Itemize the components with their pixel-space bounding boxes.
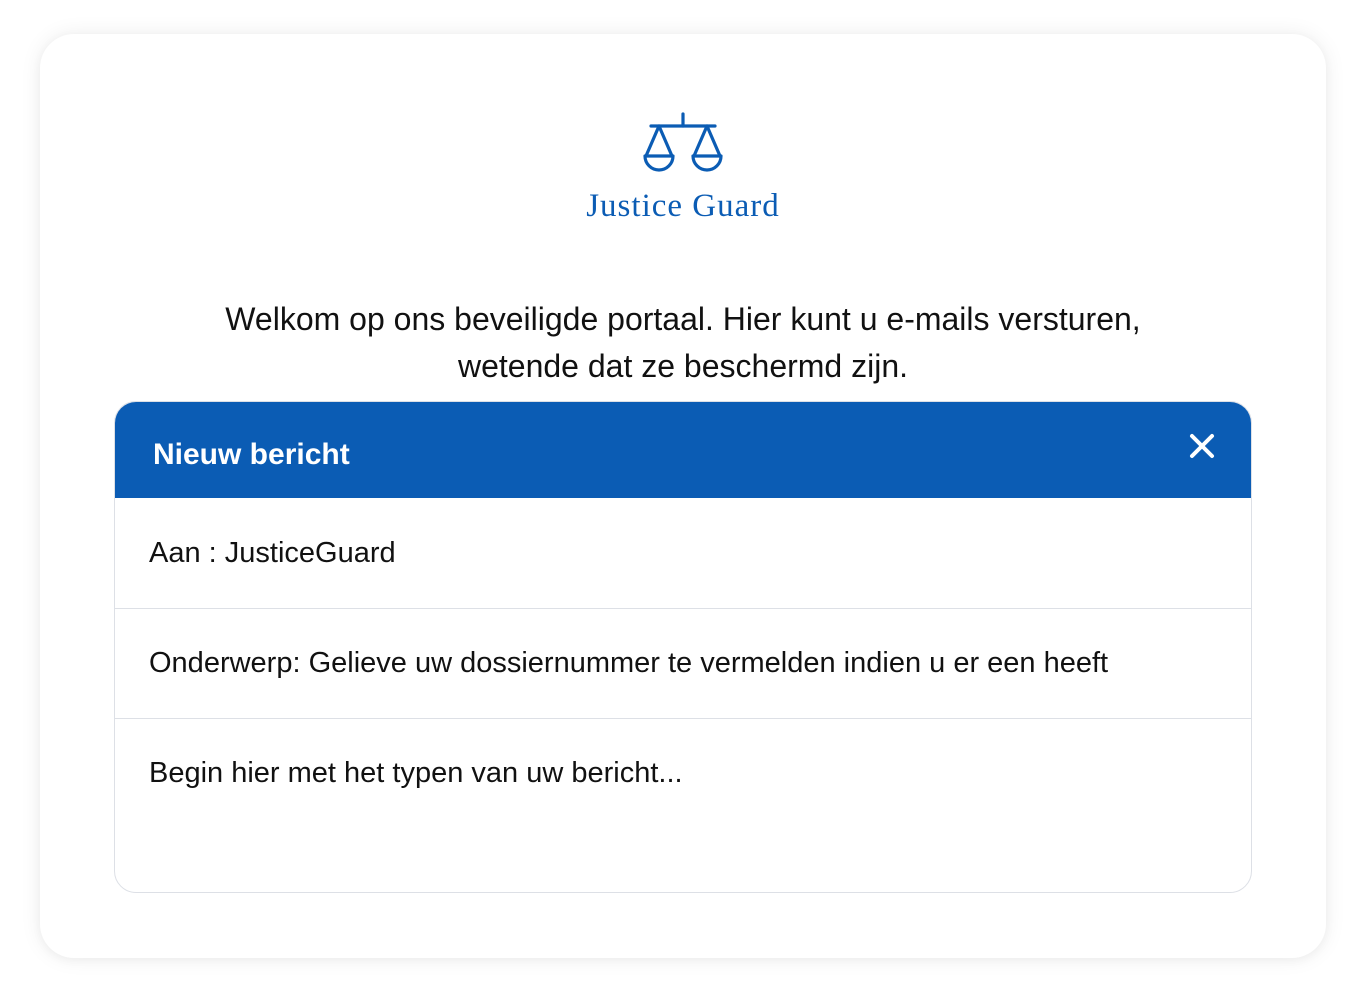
message-body-input[interactable]: Begin hier met het typen van uw bericht.… bbox=[115, 719, 1251, 790]
subject-field-text: Onderwerp: Gelieve uw dossiernummer te v… bbox=[149, 647, 1109, 679]
portal-card: Justice Guard Welkom op ons beveiligde p… bbox=[40, 34, 1326, 958]
welcome-line-1: Welkom op ons beveiligde portaal. Hier k… bbox=[225, 301, 1141, 337]
to-field-text: Aan : JusticeGuard bbox=[149, 536, 396, 569]
compose-panel: Nieuw bericht Aan : JusticeGuard Onderwe… bbox=[114, 401, 1252, 893]
message-body-placeholder: Begin hier met het typen van uw bericht.… bbox=[149, 757, 683, 789]
brand-logo: Justice Guard bbox=[40, 112, 1326, 223]
close-icon bbox=[1190, 434, 1214, 458]
subject-field[interactable]: Onderwerp: Gelieve uw dossiernummer te v… bbox=[115, 609, 1251, 719]
compose-header: Nieuw bericht bbox=[115, 402, 1251, 498]
close-button[interactable] bbox=[1187, 431, 1217, 461]
welcome-line-2: wetende dat ze beschermd zijn. bbox=[457, 348, 909, 384]
to-field[interactable]: Aan : JusticeGuard bbox=[115, 498, 1251, 609]
brand-name: Justice Guard bbox=[586, 188, 780, 224]
compose-title: Nieuw bericht bbox=[153, 438, 350, 471]
scales-of-justice-icon bbox=[643, 112, 723, 172]
welcome-message: Welkom op ons beveiligde portaal. Hier k… bbox=[40, 296, 1326, 390]
